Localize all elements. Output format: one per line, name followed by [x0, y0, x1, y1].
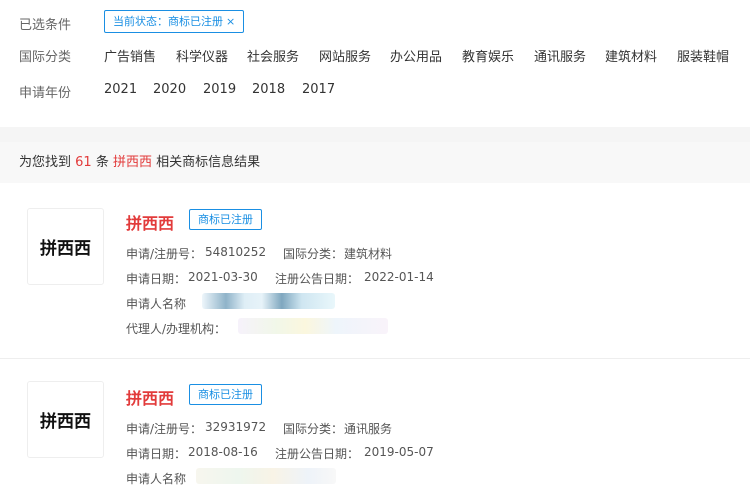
results-summary: 为您找到 61 条 拼西西 相关商标信息结果: [0, 142, 750, 183]
year-option-2020[interactable]: 2020: [153, 82, 186, 97]
summary-suffix: 相关商标信息结果: [156, 155, 261, 170]
trademark-name[interactable]: 拼西西: [126, 210, 174, 234]
applicant-label: 申请人名称: [126, 472, 187, 486]
pub-date-label: 注册公告日期：: [275, 447, 360, 461]
selected-filter-tag-text: 当前状态：商标已注册: [113, 15, 223, 28]
apply-date-value: 2021-03-30: [188, 270, 258, 284]
close-icon[interactable]: ×: [226, 15, 235, 28]
trademark-logo[interactable]: 拼西西: [27, 381, 104, 458]
result-count: 61: [75, 155, 92, 170]
reg-no-value: 54810252: [205, 245, 267, 259]
results-panel: 为您找到 61 条 拼西西 相关商标信息结果 拼西西 拼西西 商标已注册 申请/…: [0, 142, 750, 489]
year-option-2021[interactable]: 2021: [104, 82, 137, 97]
class-option-building-materials[interactable]: 建筑材料: [605, 46, 657, 65]
apply-date-value: 2018-08-16: [188, 445, 258, 459]
apply-date-label: 申请日期：: [126, 272, 187, 286]
intl-class-label: 国际分类: [19, 50, 72, 65]
applicant-name-redacted: [202, 293, 335, 309]
apply-year-label: 申请年份: [19, 86, 72, 101]
filter-panel: 已选条件 当前状态：商标已注册 × 国际分类 广告销售 科学仪器 社会服务 网站服…: [0, 0, 750, 127]
agent-name-redacted: [238, 318, 388, 334]
reg-no-label: 申请/注册号：: [126, 422, 203, 436]
trademark-logo[interactable]: 拼西西: [27, 208, 104, 285]
class-option-social-services[interactable]: 社会服务: [247, 46, 299, 65]
pub-date-label: 注册公告日期：: [275, 272, 360, 286]
summary-unit: 条: [95, 155, 109, 170]
intl-class-field-label: 国际分类：: [283, 247, 344, 261]
intl-class-value: 通讯服务: [344, 422, 393, 436]
intl-class-value: 建筑材料: [344, 247, 393, 261]
pub-date-value: 2022-01-14: [364, 270, 434, 284]
apply-date-label: 申请日期：: [126, 447, 187, 461]
year-option-2017[interactable]: 2017: [302, 82, 335, 97]
class-option-communications[interactable]: 通讯服务: [534, 46, 586, 65]
selected-conditions-label: 已选条件: [19, 18, 72, 33]
applicant-name-redacted: [196, 468, 336, 484]
selected-filter-tag[interactable]: 当前状态：商标已注册 ×: [104, 10, 245, 33]
status-badge: 商标已注册: [189, 209, 262, 230]
applicant-label: 申请人名称: [126, 297, 187, 311]
class-option-ad-sales[interactable]: 广告销售: [104, 46, 156, 65]
year-option-2018[interactable]: 2018: [252, 82, 285, 97]
class-option-sci-instruments[interactable]: 科学仪器: [176, 46, 228, 65]
intl-class-field-label: 国际分类：: [283, 422, 344, 436]
status-badge: 商标已注册: [189, 384, 262, 405]
reg-no-value: 32931972: [205, 420, 267, 434]
class-option-office-supplies[interactable]: 办公用品: [390, 46, 442, 65]
agent-label: 代理人/办理机构：: [126, 322, 227, 336]
trademark-name[interactable]: 拼西西: [126, 385, 174, 409]
reg-no-label: 申请/注册号：: [126, 247, 203, 261]
search-keyword: 拼西西: [113, 155, 153, 170]
class-option-web-services[interactable]: 网站服务: [319, 46, 371, 65]
year-option-2019[interactable]: 2019: [203, 82, 236, 97]
class-option-education[interactable]: 教育娱乐: [462, 46, 514, 65]
summary-prefix: 为您找到: [19, 155, 72, 170]
result-divider: [0, 358, 750, 359]
class-option-apparel[interactable]: 服装鞋帽: [677, 46, 729, 65]
pub-date-value: 2019-05-07: [364, 445, 434, 459]
